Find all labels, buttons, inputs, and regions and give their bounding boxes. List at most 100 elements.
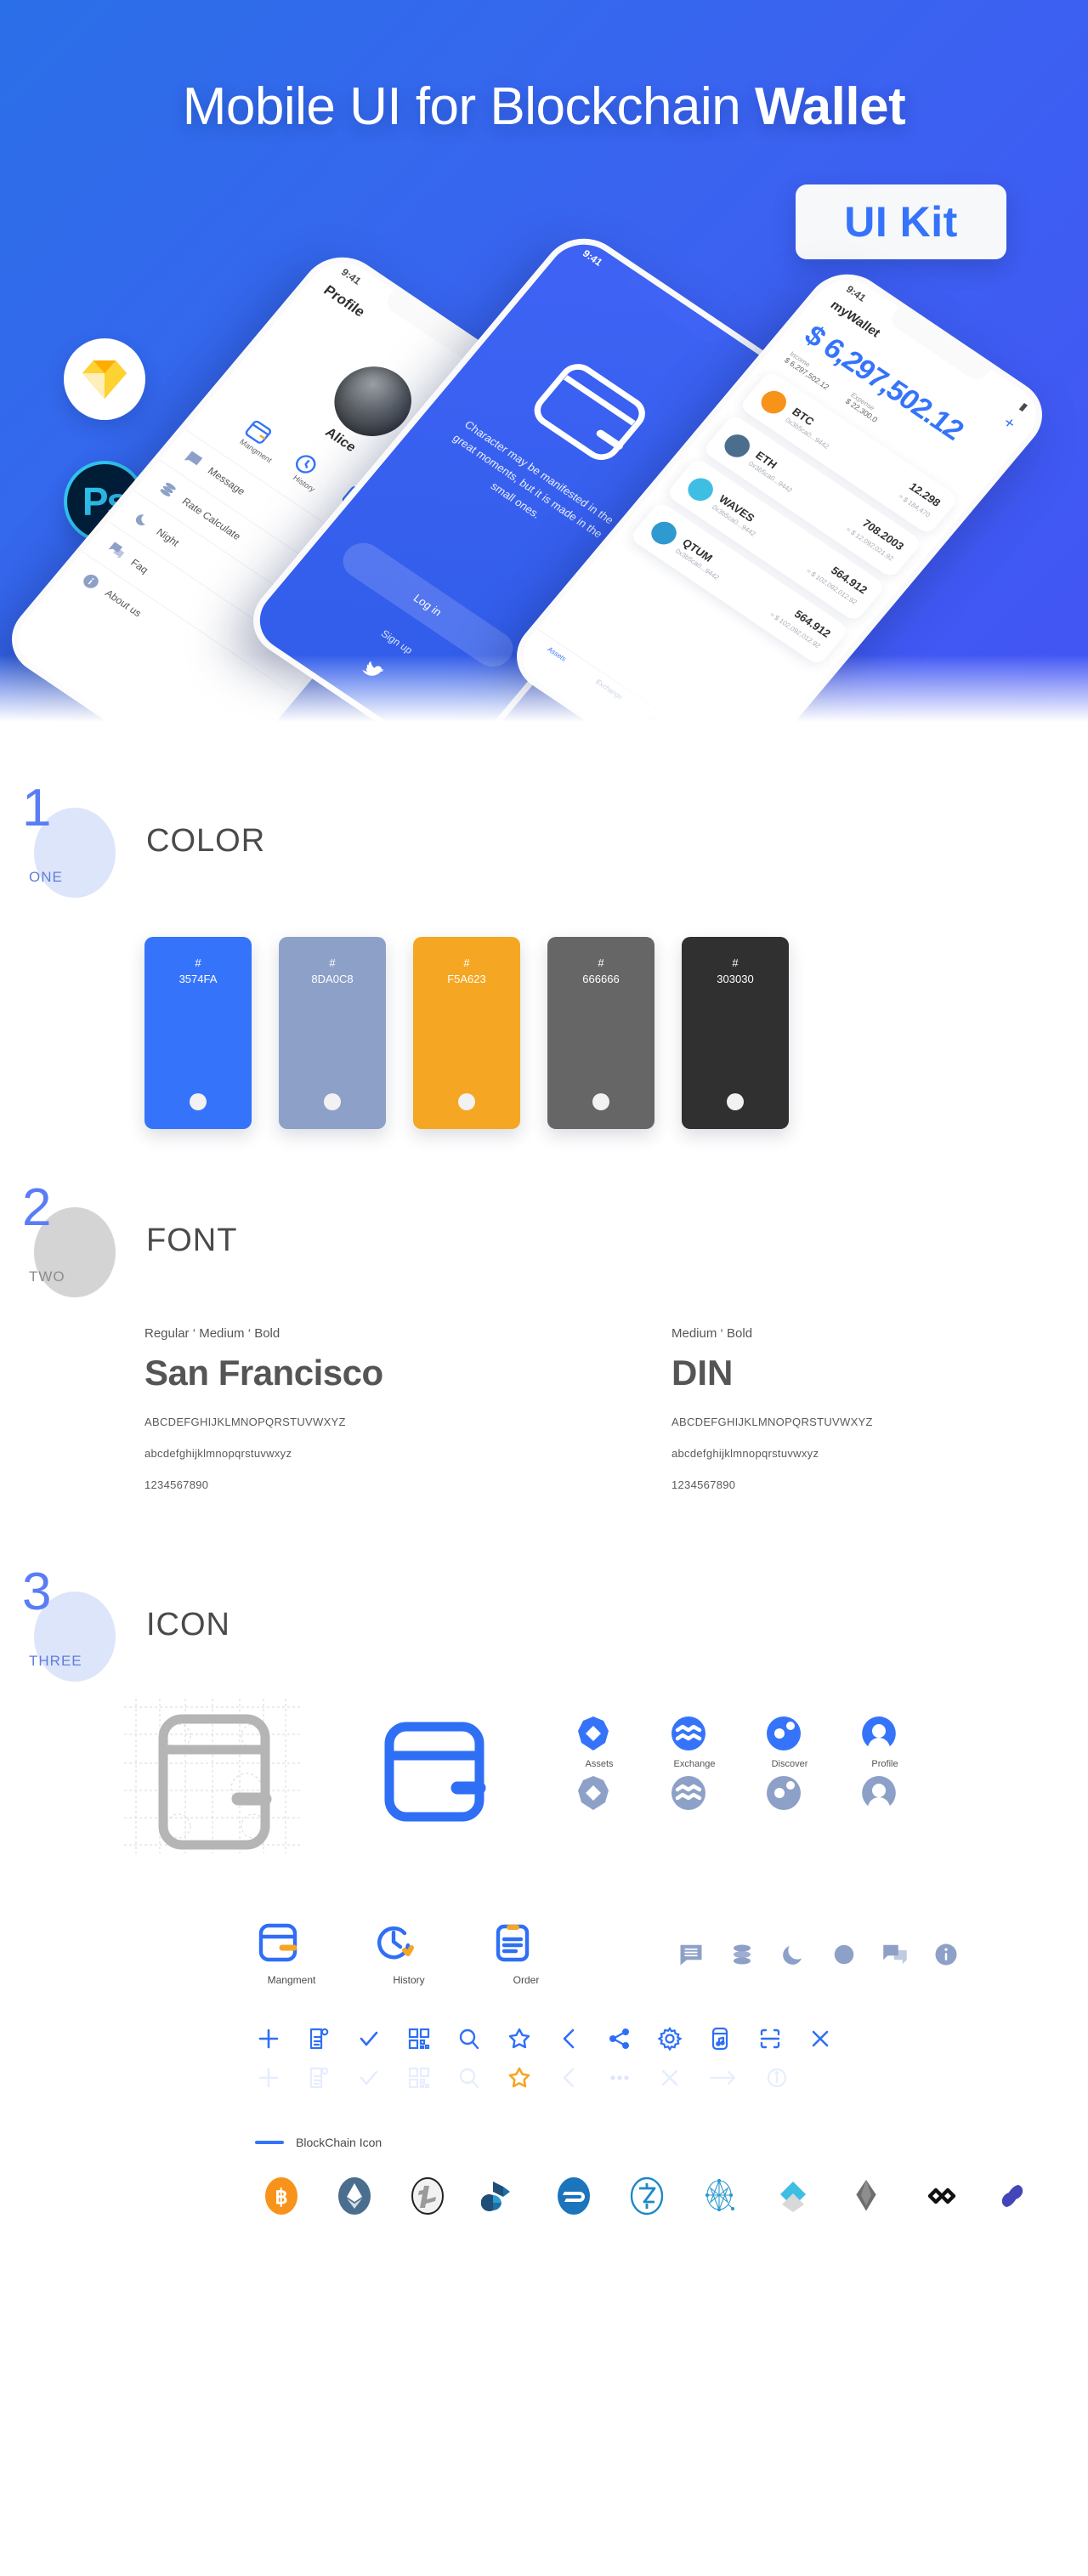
status-time: 9:41 [580,247,605,269]
arrow-right-icon[interactable] [706,2064,740,2091]
swatch-dot [592,1093,609,1110]
profile-icon-inactive[interactable]: Profile [860,1774,910,1829]
wallet-outline-icon [521,352,659,472]
color-swatch[interactable]: #666666 [547,937,654,1129]
color-swatch[interactable]: #303030 [682,937,789,1129]
icon-showcase: Assets Assets [0,1687,1088,2217]
bitcoin-icon[interactable]: ฿ [260,2175,303,2217]
discover-icon[interactable]: Discover [765,1715,814,1769]
svg-text:฿: ฿ [275,2186,287,2209]
check-icon[interactable] [355,2025,382,2052]
qtum-icon[interactable] [699,2175,741,2217]
color-swatch[interactable]: # F5A623 [413,937,520,1129]
section-icon: 3 THREE ICON Assets Exchange Discover Pr… [0,1510,1088,2217]
blockchain-icon-label: BlockChain Icon [296,2136,382,2149]
ethereum-icon [719,429,756,462]
order-clipboard-icon[interactable]: Order [490,1920,563,1986]
section-header-font: 2 TWO FONT [0,1182,1088,1302]
circle-icon[interactable] [831,1942,857,1967]
tabbar-label: Discover [771,1759,808,1769]
eos-icon[interactable] [845,2175,887,2217]
star-icon[interactable] [506,2025,533,2052]
font-lowercase: abcdefghijklmnopqrstuvwxyz [672,1447,819,1460]
section-title: FONT [146,1223,238,1258]
quick-action-history[interactable]: History [282,448,343,500]
dash-icon[interactable] [552,2175,595,2217]
swatch-dot [458,1093,475,1110]
qrcode-icon[interactable] [405,2025,433,2052]
status-icons: ▮ [1017,400,1030,413]
section-word: ONE [29,869,63,885]
zcash-icon[interactable] [626,2175,668,2217]
grey-glyph-row [678,1920,959,1967]
color-swatch-list: #3574FA #8DA0C8 # F5A623 #666666 #303030 [0,903,1088,1129]
bitshares-icon[interactable] [479,2175,522,2217]
exchange-icon[interactable]: Exchange [670,1715,719,1769]
back-chevron-icon[interactable] [556,2025,583,2052]
more-icon[interactable] [606,2064,633,2091]
night-moon-icon[interactable] [780,1942,806,1967]
wallet-management-icon[interactable]: Mangment [255,1920,328,1986]
section-number: 3 [22,1563,52,1621]
plus-icon[interactable] [255,2025,282,2052]
section-word: TWO [29,1268,65,1285]
discover-icon-inactive[interactable]: Discover [765,1774,814,1829]
info-icon-disabled [763,2064,790,2091]
note-settings-icon[interactable] [305,2025,332,2052]
section-header-icon: 3 THREE ICON [0,1566,1088,1687]
history-clock-icon[interactable]: History [372,1920,445,1986]
qtum-icon [646,517,683,549]
infinity-icon[interactable] [918,2175,960,2217]
feature-icon-row: Mangment History Order [119,1920,1088,1986]
tab-bar: Assets Exchange Discover Profile [508,628,748,748]
rate-stack-icon [156,479,181,502]
note-settings-icon-disabled [305,2064,332,2091]
blockchain-icon-label-row: BlockChain Icon [119,2136,1088,2149]
quick-action-mangment[interactable]: Mangment [234,415,294,467]
font-weights: Medium ‘ Bold [672,1326,753,1341]
search-icon[interactable] [456,2025,483,2052]
exchange-icon-inactive[interactable]: Exchange [670,1774,719,1829]
font-uppercase: ABCDEFGHIJKLMNOPQRSTUVWXYZ [672,1416,873,1428]
faq-chat-icon[interactable] [882,1942,908,1967]
twitter-icon[interactable] [359,658,386,683]
nem-icon[interactable] [991,2175,1034,2217]
font-lowercase: abcdefghijklmnopqrstuvwxyz [144,1447,292,1460]
assets-icon[interactable]: Assets [575,1715,624,1769]
info-icon[interactable] [933,1942,959,1967]
tabbar-icon-group-discover: Discover Discover [765,1715,814,1829]
tabbar-icon-group-exchange: Exchange Exchange [670,1715,719,1829]
waves-icon [683,473,719,505]
blockchain-coin-row: ฿ [119,2175,1088,2217]
tabbar-icon-group-assets: Assets Assets [575,1715,624,1829]
litecoin-icon[interactable] [406,2175,449,2217]
gear-icon[interactable] [656,2025,683,2052]
qrcode-icon-disabled [405,2064,433,2091]
color-hex: #303030 [717,956,754,985]
message-icon [181,448,207,471]
divider-dash [255,2141,284,2144]
scan-icon[interactable] [756,2025,784,2052]
list-item-label: Message [205,464,248,497]
ethereum-icon[interactable] [333,2175,376,2217]
share-icon[interactable] [606,2025,633,2052]
music-card-icon[interactable] [706,2025,734,2052]
color-swatch[interactable]: #8DA0C8 [279,937,386,1129]
message-icon[interactable] [678,1942,704,1967]
close-icon[interactable] [807,2025,834,2052]
feature-label: History [393,1974,425,1986]
wallet-blue-icon [379,1716,490,1827]
wallet-grid-icon [119,1687,306,1857]
back-chevron-icon-disabled [556,2064,583,2091]
color-swatch[interactable]: #3574FA [144,937,252,1129]
swatch-dot [190,1093,207,1110]
font-columns: Regular ‘ Medium ‘ Bold San Francisco AB… [0,1302,1088,1510]
asset-address: 0x3b5ca0...9442 [673,547,721,582]
list-item-label: Faq [128,556,151,576]
rate-stack-icon[interactable] [729,1942,755,1967]
profile-icon[interactable]: Profile [860,1715,910,1769]
star-orange-icon[interactable] [506,2064,533,2091]
waves-icon[interactable] [772,2175,814,2217]
ui-kit-presentation-page: Mobile UI for Blockchain Wallet UI Kit P… [0,0,1088,2576]
assets-icon-inactive[interactable]: Assets [575,1774,624,1829]
